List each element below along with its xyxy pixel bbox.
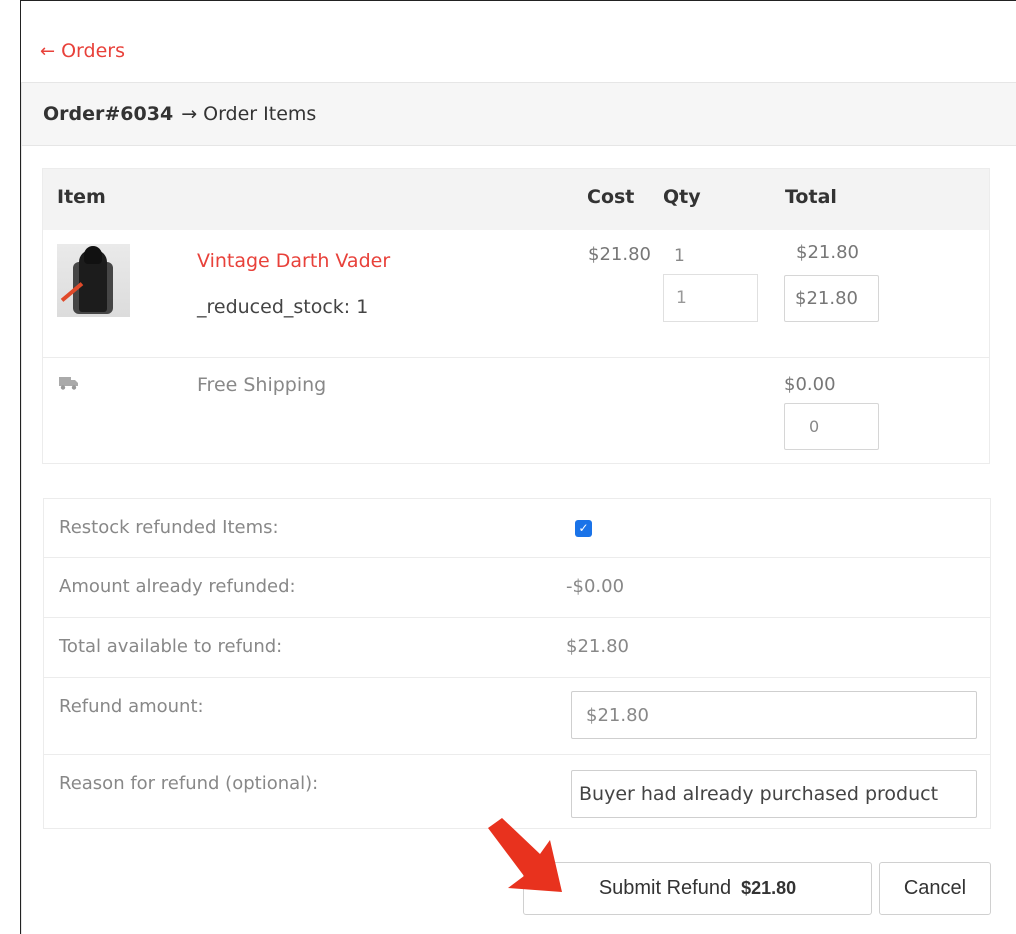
column-qty: Qty [663, 186, 701, 208]
restock-label: Restock refunded Items: [59, 517, 279, 538]
shipping-total: $0.00 [784, 374, 836, 395]
submit-refund-label: Submit Refund [598, 877, 732, 899]
truck-icon [59, 377, 78, 390]
column-cost: Cost [587, 186, 635, 208]
product-thumbnail[interactable] [57, 244, 130, 317]
refund-amount-input[interactable] [571, 691, 977, 739]
table-row-shipping: Free Shipping $0.00 [43, 358, 989, 462]
refund-row-restock: Restock refunded Items: ✓ [44, 499, 990, 558]
section-title: Order Items [203, 103, 317, 125]
shipping-refund-input[interactable] [784, 403, 879, 450]
product-cost: $21.80 [588, 244, 651, 265]
available-label: Total available to refund: [59, 636, 283, 657]
product-qty: 1 [674, 246, 685, 266]
shipping-name: Free Shipping [197, 374, 327, 396]
available-value: $21.80 [566, 636, 629, 657]
thumbnail-figure-head [84, 246, 102, 264]
already-refunded-label: Amount already refunded: [59, 576, 296, 597]
column-item: Item [57, 186, 106, 208]
submit-refund-amount: $21.80 [741, 878, 797, 898]
refund-total-input[interactable] [784, 275, 879, 322]
product-total: $21.80 [796, 242, 859, 263]
product-meta: _reduced_stock: 1 [197, 296, 369, 318]
refund-amount-label: Refund amount: [59, 696, 204, 717]
product-name-link[interactable]: Vintage Darth Vader [197, 250, 390, 272]
refund-row-already-refunded: Amount already refunded: -$0.00 [44, 558, 990, 618]
red-arrow-annotation-icon [488, 818, 562, 892]
column-total: Total [785, 186, 837, 208]
cancel-button[interactable]: Cancel [879, 862, 991, 915]
order-id: Order#6034 [43, 103, 174, 125]
order-items-table: Item Cost Qty Total Vintage Darth Vader … [42, 168, 990, 464]
back-arrow-icon: ← [40, 40, 56, 62]
card-header: Order#6034 → Order Items [22, 83, 1016, 146]
refund-qty-input[interactable] [663, 274, 758, 322]
refund-row-amount: Refund amount: [44, 678, 990, 755]
breadcrumb-arrow-icon: → [181, 103, 198, 125]
refund-form: Restock refunded Items: ✓ Amount already… [43, 498, 991, 829]
table-row-product: Vintage Darth Vader _reduced_stock: 1 $2… [43, 230, 989, 358]
refund-reason-label: Reason for refund (optional): [59, 773, 319, 794]
already-refunded-value: -$0.00 [566, 576, 625, 597]
refund-reason-input[interactable] [571, 770, 977, 818]
back-to-orders-link[interactable]: ← Orders [40, 40, 125, 62]
back-link-label: Orders [61, 40, 125, 62]
restock-checkbox[interactable]: ✓ [575, 520, 592, 537]
refund-row-available: Total available to refund: $21.80 [44, 618, 990, 678]
items-table-header: Item Cost Qty Total [43, 169, 989, 230]
